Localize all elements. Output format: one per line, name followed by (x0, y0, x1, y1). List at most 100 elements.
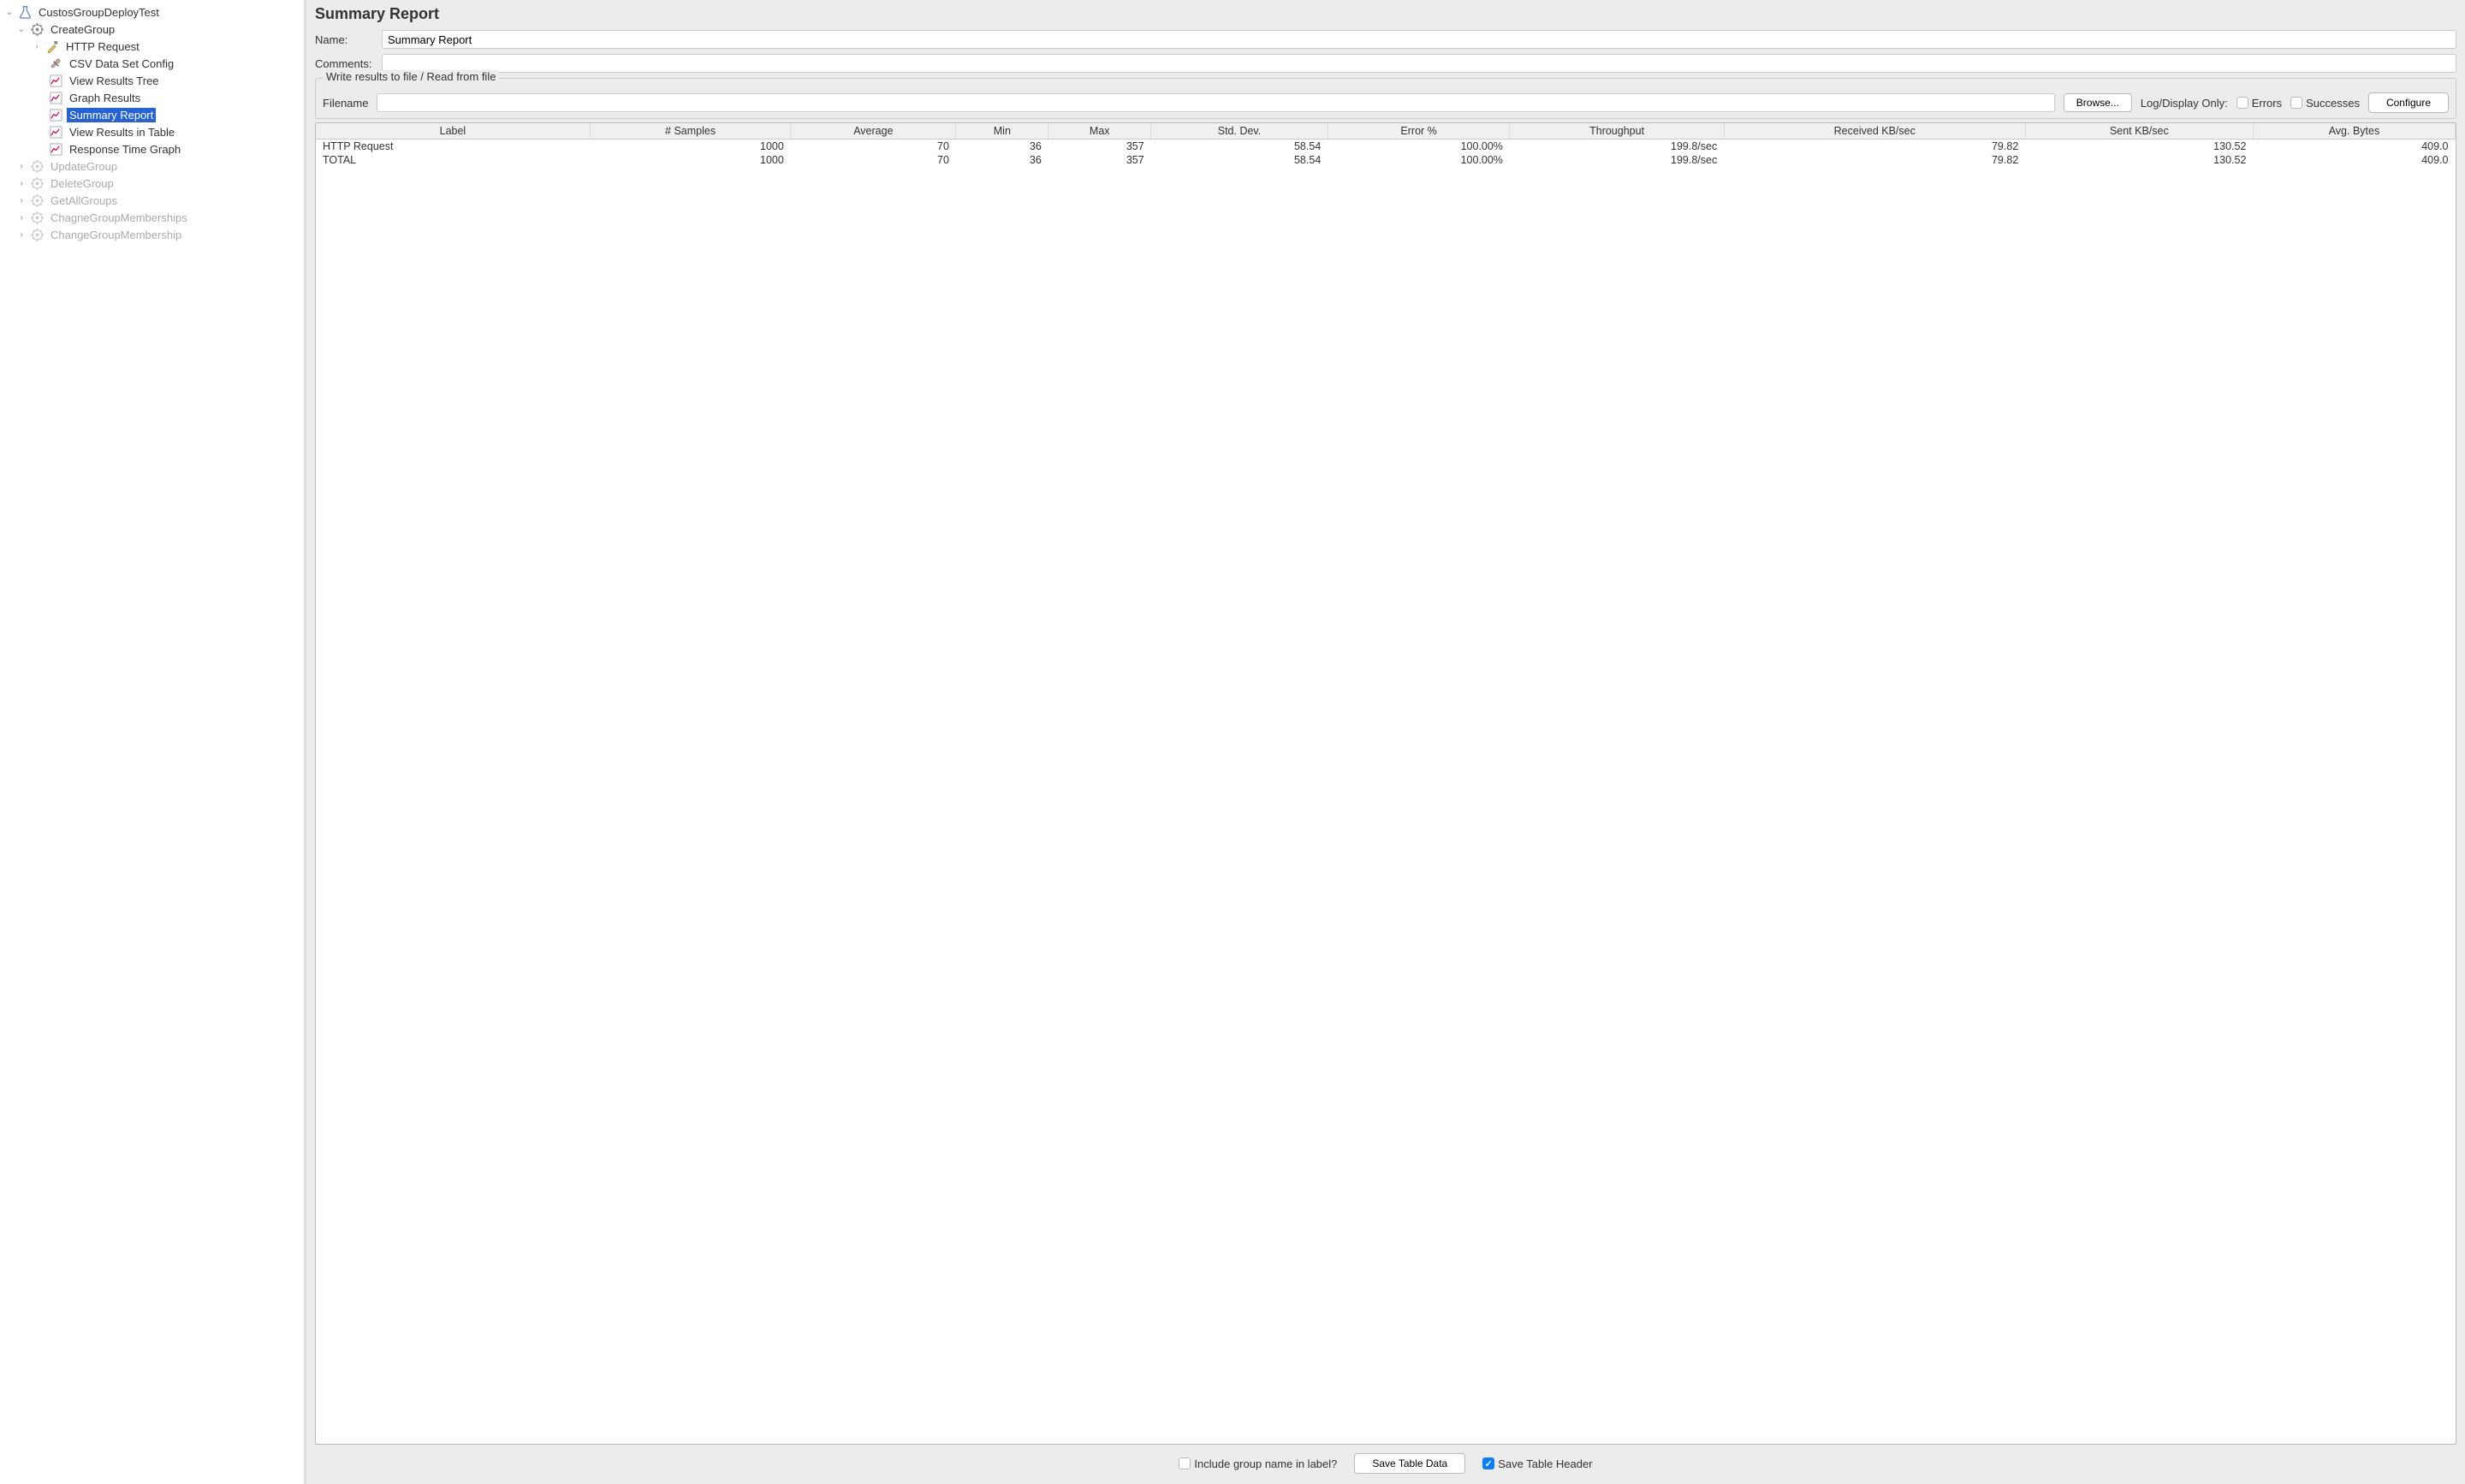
fieldset-legend: Write results to file / Read from file (323, 70, 499, 83)
table-header-cell[interactable]: Max (1048, 123, 1151, 139)
tree-label-summary-report: Summary Report (67, 108, 156, 122)
tree-label-create-group: CreateGroup (48, 22, 117, 37)
table-body: HTTP Request1000703635758.54100.00%199.8… (316, 139, 2456, 168)
chevron-right-icon[interactable]: › (15, 177, 27, 189)
chevron-right-icon[interactable]: › (15, 194, 27, 206)
table-cell: 199.8/sec (1510, 139, 1724, 154)
tree-node-change-memberships[interactable]: › ChagneGroupMemberships (0, 209, 304, 226)
table-cell: 409.0 (2253, 139, 2455, 154)
successes-label: Successes (2306, 97, 2360, 110)
comments-input[interactable] (382, 54, 2456, 73)
tree-node-graph-results[interactable]: Graph Results (0, 89, 304, 106)
tree-node-csv-config[interactable]: CSV Data Set Config (0, 55, 304, 72)
gear-icon (29, 158, 45, 174)
successes-checkbox-group[interactable]: Successes (2290, 97, 2360, 110)
table-cell: 357 (1048, 153, 1151, 167)
table-cell: 58.54 (1151, 139, 1328, 154)
chart-icon (48, 73, 63, 88)
table-header-cell[interactable]: Label (316, 123, 590, 139)
browse-button[interactable]: Browse... (2064, 93, 2132, 112)
table-header-cell[interactable]: Received KB/sec (1724, 123, 2025, 139)
results-table-container: Label# SamplesAverageMinMaxStd. Dev.Erro… (315, 122, 2456, 1445)
flask-icon (17, 4, 33, 20)
tree-label-http-request: HTTP Request (63, 39, 142, 54)
tree-label-root: CustosGroupDeployTest (36, 5, 162, 20)
table-header-cell[interactable]: Average (791, 123, 956, 139)
chevron-down-icon[interactable]: ⌄ (15, 23, 27, 35)
tree-node-get-all-groups[interactable]: › GetAllGroups (0, 192, 304, 209)
save-table-header-checkbox[interactable] (1482, 1457, 1494, 1469)
chevron-right-icon[interactable]: › (31, 40, 43, 52)
gear-icon (29, 227, 45, 242)
tree-label-delete-group: DeleteGroup (48, 176, 116, 191)
gear-icon (29, 21, 45, 37)
include-group-checkbox-group[interactable]: Include group name in label? (1179, 1457, 1337, 1470)
name-row: Name: (315, 30, 2456, 49)
chevron-right-icon[interactable]: › (15, 160, 27, 172)
gear-icon (29, 193, 45, 208)
table-cell: 199.8/sec (1510, 153, 1724, 167)
table-cell: 130.52 (2025, 153, 2253, 167)
main-panel: Summary Report Name: Comments: Write res… (306, 0, 2465, 1484)
table-header-cell[interactable]: Sent KB/sec (2025, 123, 2253, 139)
table-row[interactable]: HTTP Request1000703635758.54100.00%199.8… (316, 139, 2456, 154)
tree-node-view-results-table[interactable]: View Results in Table (0, 123, 304, 140)
tree-label-view-results-tree: View Results Tree (67, 74, 162, 88)
table-cell: HTTP Request (316, 139, 590, 154)
table-cell: 1000 (590, 153, 790, 167)
table-header-cell[interactable]: Avg. Bytes (2253, 123, 2455, 139)
tree-node-change-membership[interactable]: › ChangeGroupMembership (0, 226, 304, 243)
tree-panel: ⌄ CustosGroupDeployTest ⌄ CreateGroup › … (0, 0, 306, 1484)
include-group-label: Include group name in label? (1194, 1457, 1337, 1470)
gear-icon (29, 210, 45, 225)
table-cell: 100.00% (1328, 153, 1510, 167)
save-table-data-button[interactable]: Save Table Data (1354, 1453, 1465, 1474)
file-fieldset: Write results to file / Read from file F… (315, 78, 2456, 119)
chart-icon (48, 90, 63, 105)
table-cell: 36 (956, 153, 1048, 167)
table-cell: 357 (1048, 139, 1151, 154)
tree-label-csv-config: CSV Data Set Config (67, 56, 176, 71)
tree-label-view-results-table: View Results in Table (67, 125, 177, 139)
table-header-cell[interactable]: Error % (1328, 123, 1510, 139)
tree-node-root[interactable]: ⌄ CustosGroupDeployTest (0, 3, 304, 21)
table-header-cell[interactable]: Throughput (1510, 123, 1724, 139)
bottom-bar: Include group name in label? Save Table … (315, 1445, 2456, 1479)
table-header-cell[interactable]: # Samples (590, 123, 790, 139)
tree-node-view-results-tree[interactable]: View Results Tree (0, 72, 304, 89)
tree-label-update-group: UpdateGroup (48, 159, 120, 174)
chart-icon (48, 124, 63, 139)
include-group-checkbox[interactable] (1179, 1457, 1191, 1469)
tree-label-change-membership: ChangeGroupMembership (48, 228, 184, 242)
errors-checkbox-group[interactable]: Errors (2236, 97, 2282, 110)
table-header-cell[interactable]: Std. Dev. (1151, 123, 1328, 139)
successes-checkbox[interactable] (2290, 97, 2302, 109)
table-header-cell[interactable]: Min (956, 123, 1048, 139)
tree-node-create-group[interactable]: ⌄ CreateGroup (0, 21, 304, 38)
table-row[interactable]: TOTAL1000703635758.54100.00%199.8/sec79.… (316, 153, 2456, 167)
errors-label: Errors (2252, 97, 2282, 110)
comments-row: Comments: (315, 54, 2456, 73)
table-cell: 79.82 (1724, 153, 2025, 167)
tree-node-update-group[interactable]: › UpdateGroup (0, 157, 304, 175)
tree-node-response-time-graph[interactable]: Response Time Graph (0, 140, 304, 157)
configure-button[interactable]: Configure (2368, 92, 2449, 113)
tree-node-http-request[interactable]: › HTTP Request (0, 38, 304, 55)
filename-input[interactable] (377, 93, 2054, 112)
tree-label-get-all-groups: GetAllGroups (48, 193, 120, 208)
chevron-right-icon[interactable]: › (15, 229, 27, 240)
save-table-header-checkbox-group[interactable]: Save Table Header (1482, 1457, 1592, 1470)
tree-node-summary-report[interactable]: Summary Report (0, 106, 304, 123)
save-table-header-label: Save Table Header (1498, 1457, 1592, 1470)
comments-label: Comments: (315, 57, 382, 70)
chevron-down-icon[interactable]: ⌄ (3, 6, 15, 18)
chevron-right-icon[interactable]: › (15, 211, 27, 223)
tree-node-delete-group[interactable]: › DeleteGroup (0, 175, 304, 192)
gear-icon (29, 175, 45, 191)
table-cell: 1000 (590, 139, 790, 154)
name-input[interactable] (382, 30, 2456, 49)
errors-checkbox[interactable] (2236, 97, 2248, 109)
log-display-label: Log/Display Only: (2141, 97, 2228, 110)
chart-icon (48, 107, 63, 122)
table-header-row: Label# SamplesAverageMinMaxStd. Dev.Erro… (316, 123, 2456, 139)
